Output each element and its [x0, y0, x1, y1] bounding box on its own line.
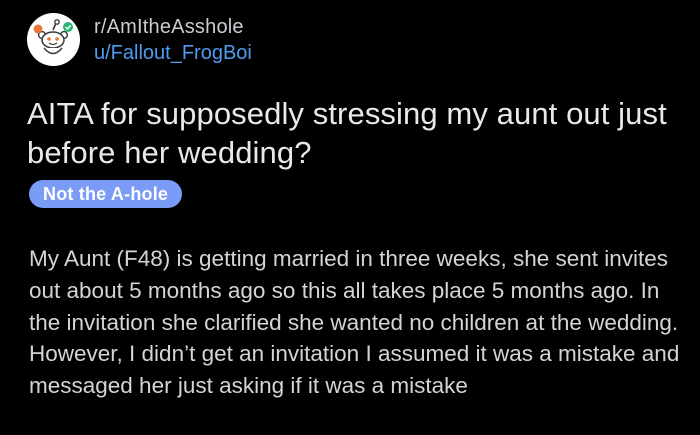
reddit-snoo-avatar-icon[interactable] — [27, 13, 80, 66]
post-title: AITA for supposedly stressing my aunt ou… — [27, 96, 667, 170]
username-link[interactable]: u/Fallout_FrogBoi — [94, 41, 252, 65]
subreddit-link[interactable]: r/AmItheAsshole — [94, 15, 252, 39]
post-header: r/AmItheAsshole u/Fallout_FrogBoi — [27, 13, 252, 66]
post-meta: r/AmItheAsshole u/Fallout_FrogBoi — [94, 15, 252, 65]
post-body: My Aunt (F48) is getting married in thre… — [29, 246, 680, 399]
flair-badge[interactable]: Not the A-hole — [29, 180, 183, 208]
